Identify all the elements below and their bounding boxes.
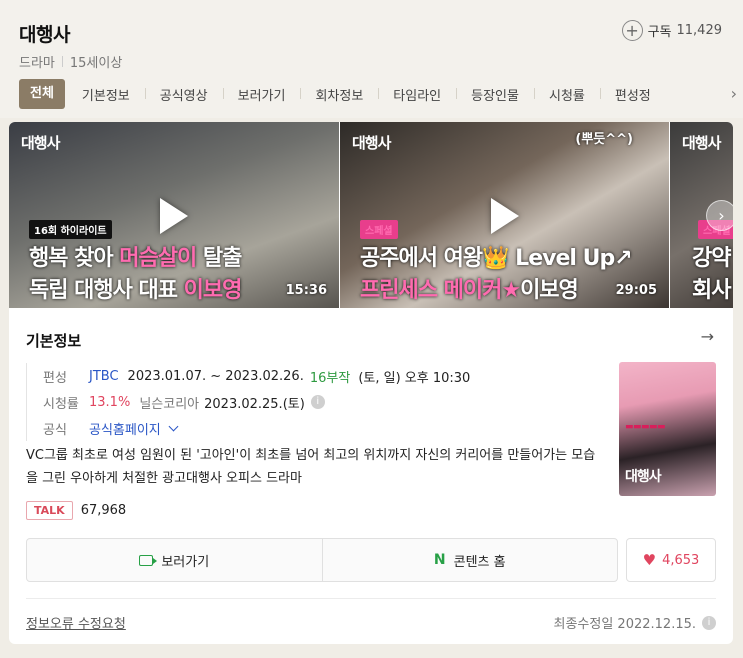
tab-all[interactable]: 전체 [19, 79, 65, 109]
rating-label: 시청률 [43, 396, 79, 412]
play-icon [490, 198, 519, 234]
arrow-right-icon[interactable]: → [701, 327, 714, 346]
content-home-button[interactable]: N 콘텐츠 홈 [321, 539, 618, 581]
tab-schedule[interactable]: 편성정 [599, 85, 666, 104]
divider [61, 56, 63, 67]
rating-source: 닐슨코리아 [139, 396, 200, 412]
poster-image[interactable]: ▬▬▬▬▬ 대행사 [619, 362, 716, 496]
broadcast-period: 2023.01.07. ~ 2023.02.26. [127, 368, 304, 384]
video-tag: 스페셜 [360, 220, 398, 239]
naver-icon: N [433, 552, 446, 568]
info-icon[interactable]: i [310, 395, 325, 409]
subscribe-button[interactable]: + 구독 11,429 [621, 20, 723, 41]
tab-ratings[interactable]: 시청률 [533, 85, 600, 104]
video-caption-line2: 회사 [692, 278, 731, 303]
tab-basic-info[interactable]: 기본정보 [67, 85, 145, 104]
official-row: 공식 공식홈페이지 [43, 415, 470, 441]
age-rating: 15세이상 [69, 56, 123, 71]
chevron-right-icon[interactable]: › [731, 84, 737, 103]
broadcast-row: 편성 JTBC 2023.01.07. ~ 2023.02.26. 16부작 (… [43, 363, 470, 389]
video-icon [139, 554, 158, 566]
talk-badge: TALK [26, 501, 73, 520]
show-logo: 대행사 [352, 134, 391, 152]
tab-cast[interactable]: 등장인물 [456, 85, 534, 104]
video-thumbnail[interactable]: 대행사 (뿌듯^^) 스페셜 공주에서 여왕👑 Level Up↗ 프린세스 메… [340, 122, 669, 308]
talk-count: 67,968 [80, 503, 127, 518]
subscribe-label: 구독 [647, 25, 672, 40]
video-note: (뿌듯^^) [575, 132, 633, 147]
content-card: 대행사 16회 하이라이트 행복 찾아 머슴살이 탈출 독립 대행사 대표 이보… [9, 122, 733, 644]
tab-timeline[interactable]: 타임라인 [378, 85, 456, 104]
video-duration: 15:36 [285, 283, 327, 298]
rating-date: 2023.02.25.(토) [204, 396, 305, 412]
page-title: 대행사 [19, 24, 70, 46]
tab-official-video[interactable]: 공식영상 [144, 85, 223, 104]
carousel-next-button[interactable]: › [706, 200, 733, 231]
subtitle: 드라마 15세이상 [19, 52, 122, 71]
watch-button[interactable]: 보러가기 [27, 539, 322, 581]
video-duration: 29:05 [615, 283, 657, 298]
genre: 드라마 [19, 56, 55, 71]
video-caption-line1: 공주에서 여왕👑 Level Up↗ [360, 246, 633, 271]
last-updated-text: 최종수정일 2022.12.15. [553, 617, 697, 632]
like-count: 4,653 [662, 552, 700, 568]
plus-icon: + [621, 20, 643, 41]
info-icon[interactable]: i [702, 615, 716, 630]
play-icon [160, 198, 188, 234]
video-caption-line1: 강약 [692, 246, 731, 271]
info-rows: 편성 JTBC 2023.01.07. ~ 2023.02.26. 16부작 (… [26, 363, 470, 441]
show-logo: 대행사 [682, 134, 721, 152]
official-site-link[interactable]: 공식홈페이지 [89, 419, 161, 438]
poster-logo: 대행사 [625, 469, 662, 485]
video-caption-line2: 독립 대행사 대표 이보영 [29, 278, 242, 303]
divider [26, 598, 716, 599]
talk-row[interactable]: TALK 67,968 [26, 501, 126, 520]
episode-count: 16부작 [309, 370, 351, 386]
content-home-label: 콘텐츠 홈 [453, 554, 506, 570]
broadcast-label: 편성 [43, 370, 67, 386]
last-updated: 최종수정일 2022.12.15. i [553, 613, 716, 632]
like-button[interactable]: ♥ 4,653 [626, 538, 716, 582]
section-title: 기본정보 [26, 332, 82, 350]
subscribe-count: 11,429 [676, 23, 723, 38]
video-caption-line2: 프린세스 메이커★이보영 [360, 278, 579, 303]
poster-tagline: ▬▬▬▬▬ [625, 422, 666, 432]
chevron-down-icon[interactable] [168, 421, 179, 431]
official-label: 공식 [43, 422, 67, 438]
report-error-link[interactable]: 정보오류 수정요청 [26, 613, 126, 632]
action-buttons: 보러가기 N 콘텐츠 홈 [26, 538, 618, 582]
show-logo: 대행사 [21, 134, 60, 152]
video-tag: 16회 하이라이트 [29, 220, 112, 239]
heart-icon: ♥ [642, 551, 657, 569]
rating-row: 시청률 13.1% 닐슨코리아 2023.02.25.(토) i [43, 389, 470, 415]
tab-bar: 전체 기본정보 공식영상 보러가기 회차정보 타임라인 등장인물 시청률 편성정 [19, 79, 666, 109]
tab-watch[interactable]: 보러가기 [222, 85, 301, 104]
broadcast-schedule: (토, 일) 오후 10:30 [358, 370, 471, 386]
rating-value: 13.1% [89, 394, 131, 410]
description: VC그룹 최초로 여성 임원이 된 '고아인'이 최초를 넘어 최고의 위치까지… [26, 448, 596, 486]
channel-link[interactable]: JTBC [89, 369, 119, 384]
video-carousel: 대행사 16회 하이라이트 행복 찾아 머슴살이 탈출 독립 대행사 대표 이보… [9, 122, 733, 308]
watch-label: 보러가기 [161, 554, 210, 570]
video-caption-line1: 행복 찾아 머슴살이 탈출 [29, 246, 242, 271]
video-thumbnail[interactable]: 대행사 16회 하이라이트 행복 찾아 머슴살이 탈출 독립 대행사 대표 이보… [9, 122, 339, 308]
tab-episodes[interactable]: 회차정보 [300, 85, 378, 104]
action-row: 보러가기 N 콘텐츠 홈 ♥ 4,653 [26, 538, 716, 582]
header: 대행사 드라마 15세이상 + 구독 11,429 전체 기본정보 공식영상 보… [0, 0, 743, 118]
